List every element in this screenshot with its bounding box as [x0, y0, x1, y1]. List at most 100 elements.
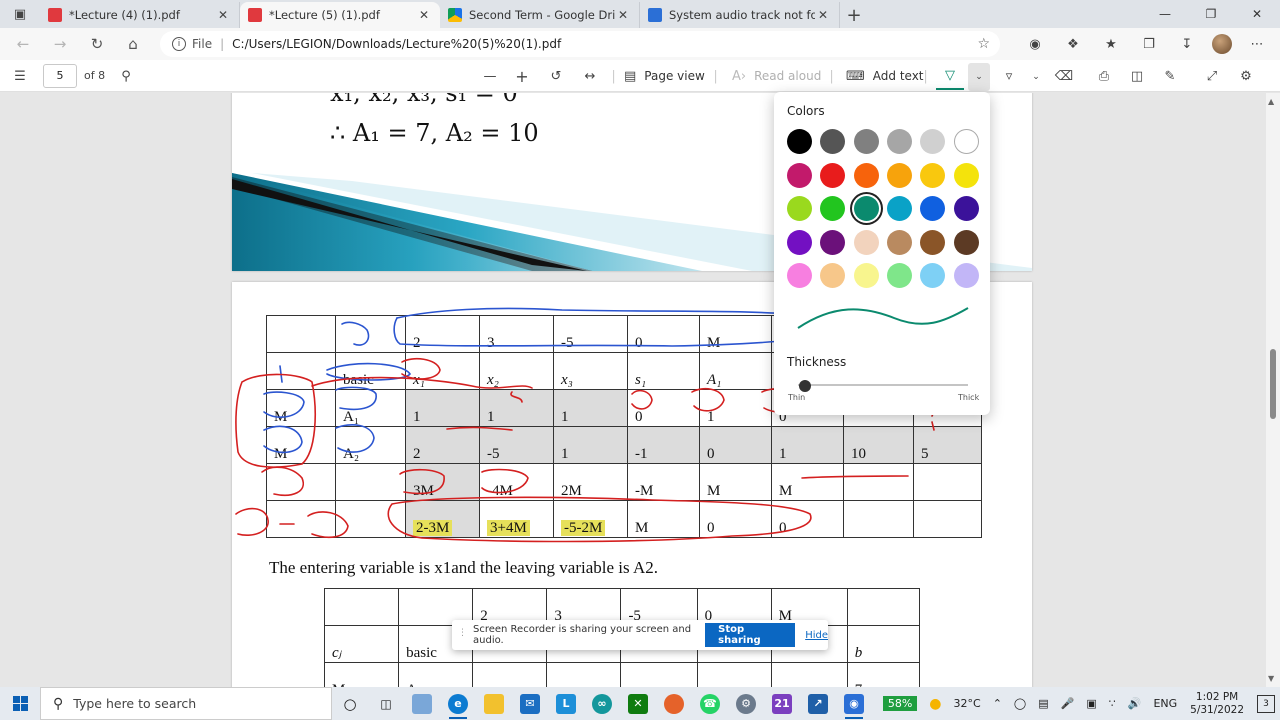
close-window-icon[interactable]: ✕ — [1234, 0, 1280, 28]
tray-app-icon[interactable]: ◯ — [1009, 687, 1031, 720]
tab-lecture-4[interactable]: *Lecture (4) (1).pdf ✕ — [40, 2, 240, 28]
extensions-icon[interactable]: ❖ — [1060, 32, 1086, 56]
color-swatch[interactable] — [820, 196, 846, 221]
tab-actions-button[interactable]: ▣ — [0, 0, 40, 28]
pdf-document-area[interactable]: x₁, x₂, x₃, s₁ = 0 ∴ A₁ = 7, A₂ = 10 23-… — [0, 93, 1266, 687]
screen-recorder-ext-icon[interactable]: ◉ — [1022, 32, 1048, 56]
hide-link[interactable]: Hide — [805, 630, 828, 641]
draw-options-chevron-icon[interactable]: ⌄ — [968, 63, 990, 91]
fit-page-icon[interactable]: ↔ — [580, 62, 600, 90]
taskbar-app-recorder[interactable]: ◉ — [836, 687, 872, 720]
close-icon[interactable]: ✕ — [815, 8, 831, 22]
new-tab-button[interactable]: + — [840, 2, 868, 28]
close-icon[interactable]: ✕ — [615, 8, 631, 22]
tab-lecture-5[interactable]: *Lecture (5) (1).pdf ✕ — [240, 2, 440, 28]
forward-button[interactable]: → — [42, 30, 78, 58]
zoom-in-icon[interactable]: + — [512, 62, 532, 90]
favorites-icon[interactable]: ★ — [1098, 32, 1124, 56]
refresh-button[interactable]: ↻ — [79, 30, 115, 58]
taskbar-search-box[interactable]: ⚲ Type here to search — [40, 687, 332, 720]
page-view-button[interactable]: ▤ Page view — [624, 62, 705, 90]
favorite-star-icon[interactable]: ☆ — [977, 36, 990, 52]
back-button[interactable]: ← — [5, 30, 41, 58]
color-swatch[interactable] — [920, 162, 946, 188]
contents-icon[interactable]: ☰ — [10, 62, 30, 90]
color-swatch[interactable] — [820, 263, 846, 288]
downloads-icon[interactable]: ↧ — [1174, 32, 1200, 56]
maximize-icon[interactable]: ❐ — [1188, 0, 1234, 28]
profile-avatar[interactable] — [1212, 34, 1232, 54]
tray-chevron-icon[interactable]: ⌃ — [988, 687, 1007, 720]
close-icon[interactable]: ✕ — [215, 8, 231, 22]
microphone-icon[interactable]: 🎤 — [1056, 687, 1080, 720]
color-swatch[interactable] — [820, 129, 846, 154]
cortana-button[interactable]: ○ — [332, 687, 368, 720]
scrollbar-thumb[interactable] — [1270, 349, 1276, 419]
minimize-icon[interactable]: — — [1142, 0, 1188, 28]
add-text-button[interactable]: ⌨ Add text — [846, 62, 924, 90]
taskbar-app-edge[interactable]: e — [440, 687, 476, 720]
color-swatch[interactable] — [920, 263, 946, 288]
temperature[interactable]: 32°C — [949, 687, 986, 720]
notification-center[interactable]: 3 — [1252, 687, 1280, 720]
task-view-button[interactable]: ◫ — [368, 687, 404, 720]
color-swatch[interactable] — [820, 162, 846, 188]
weather-icon[interactable]: ● — [924, 687, 946, 720]
color-swatch[interactable] — [953, 263, 979, 288]
wifi-icon[interactable]: ∵ — [1104, 687, 1121, 720]
find-icon[interactable]: ⚲ — [117, 62, 135, 90]
thickness-slider-track[interactable] — [798, 384, 968, 386]
start-button[interactable] — [0, 687, 40, 720]
language-indicator[interactable]: ENG — [1148, 687, 1182, 720]
color-swatch[interactable] — [886, 196, 912, 221]
rotate-icon[interactable]: ↺ — [546, 62, 566, 90]
document-scrollbar[interactable]: ▲ ▼ — [1266, 93, 1280, 687]
drag-handle-icon[interactable]: ⋮ — [458, 628, 467, 642]
highlight-options-chevron-icon[interactable]: ⌄ — [1026, 63, 1046, 91]
volume-icon[interactable]: 🔊 — [1123, 687, 1147, 720]
color-swatch[interactable] — [820, 229, 846, 255]
taskbar-app-21[interactable]: 21 — [764, 687, 800, 720]
close-icon[interactable]: ✕ — [416, 8, 432, 22]
zoom-out-icon[interactable]: — — [480, 62, 500, 90]
read-aloud-button[interactable]: A› Read aloud — [732, 62, 821, 90]
color-swatch[interactable] — [787, 196, 812, 221]
color-swatch[interactable] — [853, 229, 879, 255]
url-field[interactable]: i File | C:/Users/LEGION/Downloads/Lectu… — [160, 31, 1000, 57]
color-swatch[interactable] — [787, 129, 812, 154]
save-as-icon[interactable]: ✎ — [1160, 62, 1180, 90]
thickness-slider-handle[interactable] — [798, 380, 811, 392]
eraser-icon[interactable]: ⌫ — [1054, 62, 1074, 90]
color-swatch[interactable] — [953, 196, 979, 221]
taskbar-app-explorer-mini[interactable] — [404, 687, 440, 720]
color-swatch[interactable] — [920, 229, 946, 255]
draw-icon[interactable]: ▽ — [936, 62, 964, 90]
highlight-icon[interactable]: ▿ — [998, 62, 1020, 90]
color-swatch[interactable] — [853, 196, 879, 221]
taskbar-app-mail[interactable]: ✉ — [512, 687, 548, 720]
taskbar-app-whatsapp[interactable]: ☎ — [692, 687, 728, 720]
taskbar-app-file-explorer[interactable] — [476, 687, 512, 720]
color-swatch[interactable] — [886, 229, 912, 255]
taskbar-app-settings[interactable]: ⚙ — [728, 687, 764, 720]
clock[interactable]: 1:02 PM 5/31/2022 — [1184, 691, 1250, 717]
print-icon[interactable]: ⎙ — [1094, 62, 1114, 90]
scroll-up-icon[interactable]: ▲ — [1268, 97, 1274, 106]
scroll-down-icon[interactable]: ▼ — [1268, 674, 1274, 683]
taskbar-app-l[interactable]: L — [548, 687, 584, 720]
color-swatch[interactable] — [787, 263, 812, 288]
color-swatch[interactable] — [853, 129, 879, 154]
collections-icon[interactable]: ❐ — [1136, 32, 1162, 56]
color-swatch[interactable] — [920, 196, 946, 221]
color-swatch[interactable] — [886, 263, 912, 288]
taskbar-app-arduino[interactable]: ∞ — [584, 687, 620, 720]
page-number-input[interactable]: 5 — [43, 64, 77, 88]
info-icon[interactable]: i — [172, 37, 186, 51]
camera-icon[interactable]: ▣ — [1081, 687, 1101, 720]
save-icon[interactable]: ◫ — [1127, 62, 1147, 90]
more-options-icon[interactable]: ⋯ — [1244, 32, 1270, 56]
settings-gear-icon[interactable]: ⚙ — [1236, 62, 1256, 90]
color-swatch[interactable] — [787, 162, 812, 188]
tab-google-drive[interactable]: Second Term - Google Drive ✕ — [440, 2, 640, 28]
color-swatch[interactable] — [953, 162, 979, 188]
